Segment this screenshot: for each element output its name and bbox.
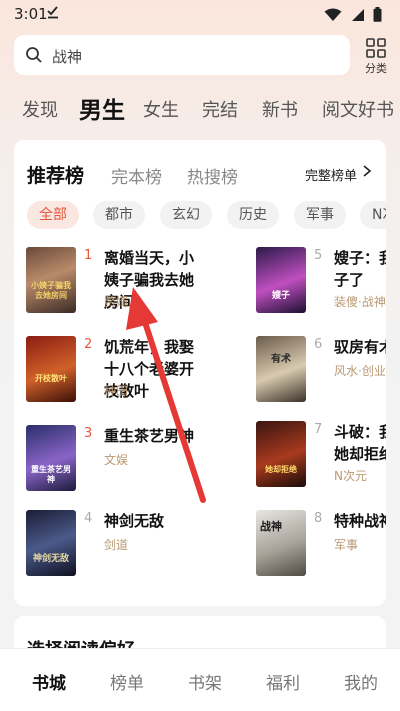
chevron-right-icon	[362, 164, 372, 182]
book-item[interactable]: 嫂子 5 嫂子：我 子了 装傻·战神	[256, 247, 386, 319]
book-item[interactable]: 她却拒绝 7 斗破：我 她却拒绝 N次元	[256, 421, 386, 493]
tab-female[interactable]: 女生	[143, 96, 179, 122]
nav-mine[interactable]: 我的	[321, 669, 400, 694]
book-cover: 嫂子	[256, 247, 306, 313]
book-item[interactable]: 开枝散叶 2 饥荒年，我娶十八个老婆开枝散叶 种田	[26, 336, 206, 408]
category-label: 分类	[365, 62, 387, 75]
book-title: 斗破：我	[334, 423, 386, 441]
search-icon	[25, 46, 43, 68]
book-cover: 小姨子骗我去她房间	[26, 247, 76, 313]
filter-history[interactable]: 历史	[227, 201, 279, 229]
book-rank: 5	[314, 248, 323, 263]
tab-completed[interactable]: 完结	[202, 96, 238, 122]
book-item[interactable]: 有术 6 驭房有术 风水·创业	[256, 336, 386, 408]
ranking-card: 推荐榜 完本榜 热搜榜 完整榜单 全部 都市 玄幻 历史 军事 N次元 小姨子骗…	[14, 140, 386, 606]
book-rank: 2	[84, 337, 93, 352]
nav-bookshelf[interactable]: 书架	[165, 669, 245, 694]
book-title: 重生茶艺男神	[104, 427, 195, 445]
book-title-line2: 子了	[334, 271, 365, 289]
book-rank: 8	[314, 511, 323, 526]
book-cover: 神剑无敌	[26, 510, 76, 576]
book-title: 特种战神	[334, 512, 386, 530]
filter-anime[interactable]: N次元	[360, 201, 386, 229]
search-placeholder: 战神	[52, 48, 83, 66]
grid-icon	[366, 38, 386, 62]
book-tag: 剑道	[104, 538, 129, 552]
tab-completed-list[interactable]: 完本榜	[111, 163, 162, 188]
tab-hot-search[interactable]: 热搜榜	[187, 163, 238, 188]
tab-good-books[interactable]: 阅文好书	[322, 96, 394, 122]
book-tag: 风水·创业	[334, 364, 386, 378]
book-item[interactable]: 战神 8 特种战神 军事	[256, 510, 386, 582]
status-bar: 3:01	[0, 0, 400, 30]
wifi-icon	[324, 7, 342, 26]
search-input[interactable]: 战神	[14, 35, 350, 75]
filter-military[interactable]: 军事	[294, 201, 346, 229]
book-rank: 4	[84, 511, 93, 526]
book-item[interactable]: 神剑无敌 4 神剑无敌 剑道	[26, 510, 206, 582]
genre-filters: 全部 都市 玄幻 历史 军事 N次元	[27, 201, 386, 231]
book-cover: 有术	[256, 336, 306, 402]
book-cover: 她却拒绝	[256, 421, 306, 487]
ranking-title[interactable]: 推荐榜	[27, 161, 84, 188]
status-time: 3:01	[14, 5, 48, 23]
bottom-nav: 书城 榜单 书架 福利 我的	[0, 648, 400, 711]
book-rank: 6	[314, 337, 323, 352]
book-rank: 1	[84, 248, 93, 263]
book-tag: N次元	[334, 469, 367, 483]
tab-male[interactable]: 男生	[79, 91, 125, 125]
book-item[interactable]: 重生茶艺男神 3 重生茶艺男神 文娱	[26, 425, 206, 497]
book-title-line2: 她却拒绝	[334, 445, 386, 463]
book-title: 神剑无敌	[104, 512, 165, 530]
battery-icon	[373, 7, 382, 26]
tab-discover[interactable]: 发现	[22, 96, 58, 122]
book-title: 嫂子：我	[334, 249, 386, 267]
book-tag: 军事	[334, 538, 359, 552]
nav-bookstore[interactable]: 书城	[9, 669, 89, 694]
book-cover: 开枝散叶	[26, 336, 76, 402]
book-cover: 战神	[256, 510, 306, 576]
nav-rankings[interactable]: 榜单	[87, 669, 167, 694]
top-tabs: 发现 男生 女生 完结 新书 阅文好书	[0, 88, 400, 128]
book-rank: 3	[84, 426, 93, 441]
filter-urban[interactable]: 都市	[93, 201, 145, 229]
book-rank: 7	[314, 422, 323, 437]
tab-new-books[interactable]: 新书	[262, 96, 298, 122]
filter-fantasy[interactable]: 玄幻	[160, 201, 212, 229]
full-list-link[interactable]: 完整榜单	[305, 165, 357, 184]
book-item[interactable]: 小姨子骗我去她房间 1 离婚当天，小姨子骗我去她房间 赘婿	[26, 247, 206, 319]
category-button[interactable]: 分类	[360, 36, 392, 76]
book-tag: 赘婿	[104, 295, 129, 309]
book-tag: 种田	[104, 384, 129, 398]
book-cover: 重生茶艺男神	[26, 425, 76, 491]
signal-icon	[350, 7, 365, 26]
book-tag: 文娱	[104, 453, 129, 467]
filter-all[interactable]: 全部	[27, 201, 79, 229]
book-tag: 装傻·战神	[334, 295, 386, 309]
book-title: 驭房有术	[334, 338, 386, 356]
download-check-icon	[46, 5, 60, 23]
nav-benefits[interactable]: 福利	[243, 669, 323, 694]
